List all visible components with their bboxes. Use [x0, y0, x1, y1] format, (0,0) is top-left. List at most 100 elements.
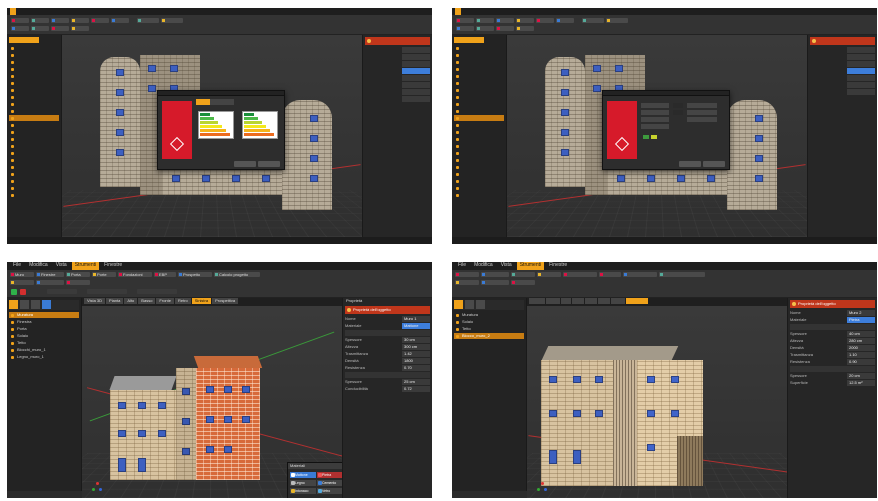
- prop-value[interactable]: [847, 82, 875, 88]
- sidebar-toolbar[interactable]: [9, 37, 39, 43]
- ribbon-button[interactable]: Prospetto: [178, 272, 212, 277]
- dialog-tab[interactable]: [210, 99, 234, 105]
- prop-value[interactable]: [402, 47, 430, 53]
- tab-3d[interactable]: Vista 3D: [84, 298, 106, 304]
- tree-item-selected[interactable]: Blocco_muro_2: [454, 333, 524, 339]
- dialog-field[interactable]: [687, 103, 717, 108]
- tree-item[interactable]: Legno_muro_1: [9, 354, 79, 360]
- tree-item[interactable]: [454, 45, 504, 51]
- prop-value[interactable]: 1.10: [847, 352, 875, 358]
- tree-item[interactable]: [454, 108, 504, 114]
- menu-item[interactable]: File: [10, 262, 24, 270]
- 3d-viewport[interactable]: [507, 35, 807, 237]
- ribbon-button[interactable]: [10, 280, 34, 285]
- tab-top[interactable]: Alto: [124, 298, 138, 304]
- tool-icon[interactable]: [454, 300, 463, 309]
- dialog-field[interactable]: [673, 103, 683, 108]
- ribbon-button[interactable]: [496, 18, 514, 23]
- menu-item[interactable]: File: [455, 262, 469, 270]
- ribbon-button[interactable]: [511, 272, 535, 277]
- tab[interactable]: [529, 298, 545, 304]
- dialog-field[interactable]: [687, 110, 717, 115]
- prop-value[interactable]: 300 cm: [402, 344, 430, 350]
- dialog-button[interactable]: [234, 161, 256, 167]
- prop-value[interactable]: [847, 47, 875, 53]
- tree-item[interactable]: [454, 136, 504, 142]
- tree-item[interactable]: [9, 80, 59, 86]
- prop-value[interactable]: 12.5 m²: [847, 380, 875, 386]
- menu-item[interactable]: Modifica: [26, 262, 51, 270]
- tab-bottom[interactable]: Basso: [138, 298, 156, 304]
- ribbon-button[interactable]: [623, 272, 657, 277]
- sidebar-toolbar[interactable]: [454, 37, 484, 43]
- menu-item[interactable]: Finestre: [101, 262, 125, 270]
- dialog-field[interactable]: [641, 103, 669, 108]
- ribbon-button[interactable]: [455, 272, 479, 277]
- tree-item[interactable]: Solaio: [454, 319, 524, 325]
- ribbon-button[interactable]: [51, 26, 69, 31]
- tree-item[interactable]: [9, 150, 59, 156]
- ribbon-button[interactable]: Porte: [92, 272, 116, 277]
- prop-value[interactable]: 40 cm: [847, 331, 875, 337]
- prop-value[interactable]: [402, 82, 430, 88]
- ribbon-button[interactable]: [456, 26, 474, 31]
- ribbon-dropdown[interactable]: [87, 289, 127, 294]
- ribbon-button[interactable]: [476, 18, 494, 23]
- ribbon-button[interactable]: [51, 18, 69, 23]
- menu-item[interactable]: Vista: [498, 262, 515, 270]
- ribbon-button[interactable]: [66, 280, 90, 285]
- tool-icon[interactable]: [9, 300, 18, 309]
- ribbon-button[interactable]: Fondazioni: [118, 272, 152, 277]
- tree-item[interactable]: [9, 171, 59, 177]
- prop-value[interactable]: 280 cm: [847, 338, 875, 344]
- tree-item[interactable]: [9, 45, 59, 51]
- 3d-viewport[interactable]: [62, 35, 362, 237]
- ribbon-button[interactable]: [36, 280, 64, 285]
- ribbon-button[interactable]: [511, 280, 535, 285]
- tab[interactable]: [611, 298, 625, 304]
- ribbon-button[interactable]: Porta: [66, 272, 90, 277]
- tree-item[interactable]: [9, 143, 59, 149]
- dialog-button[interactable]: [679, 161, 701, 167]
- tree-item[interactable]: [9, 129, 59, 135]
- tree-item[interactable]: [454, 80, 504, 86]
- prop-value[interactable]: Muro 2: [847, 310, 875, 316]
- ribbon-button[interactable]: [516, 26, 534, 31]
- prop-value[interactable]: [402, 96, 430, 102]
- tree-item[interactable]: [454, 59, 504, 65]
- tree-item[interactable]: [9, 185, 59, 191]
- ribbon-button[interactable]: [599, 272, 621, 277]
- ribbon-button[interactable]: [481, 280, 509, 285]
- tree-item[interactable]: [454, 171, 504, 177]
- tab[interactable]: [585, 298, 597, 304]
- tree-item[interactable]: [9, 59, 59, 65]
- ribbon-button[interactable]: [111, 18, 129, 23]
- tree-item[interactable]: [454, 129, 504, 135]
- tab[interactable]: [572, 298, 584, 304]
- tool-icon[interactable]: [476, 300, 485, 309]
- tool-icon[interactable]: [20, 300, 29, 309]
- tab-back[interactable]: Retro: [174, 298, 191, 304]
- prop-value[interactable]: [402, 61, 430, 67]
- prop-value[interactable]: [847, 61, 875, 67]
- ribbon-button[interactable]: [476, 26, 494, 31]
- ribbon-button[interactable]: Finestre: [36, 272, 64, 277]
- ribbon-button[interactable]: Muro: [10, 272, 34, 277]
- ribbon-button[interactable]: [31, 26, 49, 31]
- ribbon-button[interactable]: [455, 280, 479, 285]
- tab[interactable]: [598, 298, 610, 304]
- tree-item[interactable]: Solaio: [9, 333, 79, 339]
- prop-value[interactable]: [847, 68, 875, 74]
- prop-value[interactable]: 0.70: [402, 365, 430, 371]
- tree-item[interactable]: [454, 143, 504, 149]
- tree-item[interactable]: Porta: [9, 326, 79, 332]
- 3d-viewport[interactable]: [527, 306, 787, 498]
- ribbon-button[interactable]: [91, 18, 109, 23]
- dialog-field[interactable]: [687, 117, 717, 122]
- tab[interactable]: [546, 298, 560, 304]
- material-chip[interactable]: Cemento: [317, 480, 342, 486]
- tree-item[interactable]: [454, 66, 504, 72]
- menu-item[interactable]: Modifica: [471, 262, 496, 270]
- menu-item[interactable]: Finestre: [546, 262, 570, 270]
- prop-value[interactable]: 1800: [402, 358, 430, 364]
